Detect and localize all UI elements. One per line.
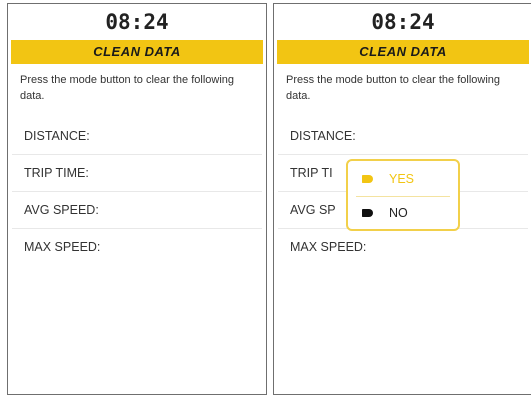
yes-option[interactable]: YES bbox=[362, 169, 414, 189]
clock: 08:24 bbox=[371, 10, 435, 34]
right-device-screen: 08:24 CLEAN DATA Press the mode button t… bbox=[273, 3, 531, 395]
avg-speed-row: AVG SPEED: bbox=[12, 192, 262, 229]
no-option[interactable]: NO bbox=[362, 203, 408, 223]
option-divider bbox=[356, 196, 450, 197]
distance-row: DISTANCE: bbox=[278, 118, 528, 155]
confirm-dialog: YES NO bbox=[346, 159, 460, 231]
selection-marker-icon bbox=[362, 175, 373, 183]
max-speed-row: MAX SPEED: bbox=[290, 240, 367, 254]
no-label: NO bbox=[389, 206, 408, 220]
data-list: DISTANCE: TRIP TIME: AVG SPEED: MAX SPEE… bbox=[8, 118, 266, 265]
instruction-text: Press the mode button to clear the follo… bbox=[20, 74, 235, 102]
option-marker-icon bbox=[362, 209, 373, 217]
trip-time-row: TRIP TIME: bbox=[12, 155, 262, 192]
screen-title: CLEAN DATA bbox=[11, 40, 263, 64]
max-speed-row: MAX SPEED: bbox=[24, 240, 101, 254]
screen-title: CLEAN DATA bbox=[277, 40, 529, 64]
instruction-text: Press the mode button to clear the follo… bbox=[286, 74, 501, 102]
yes-label: YES bbox=[389, 172, 415, 186]
distance-row: DISTANCE: bbox=[12, 118, 262, 155]
clock: 08:24 bbox=[105, 10, 169, 34]
left-device-screen: 08:24 CLEAN DATA Press the mode button t… bbox=[7, 3, 267, 395]
